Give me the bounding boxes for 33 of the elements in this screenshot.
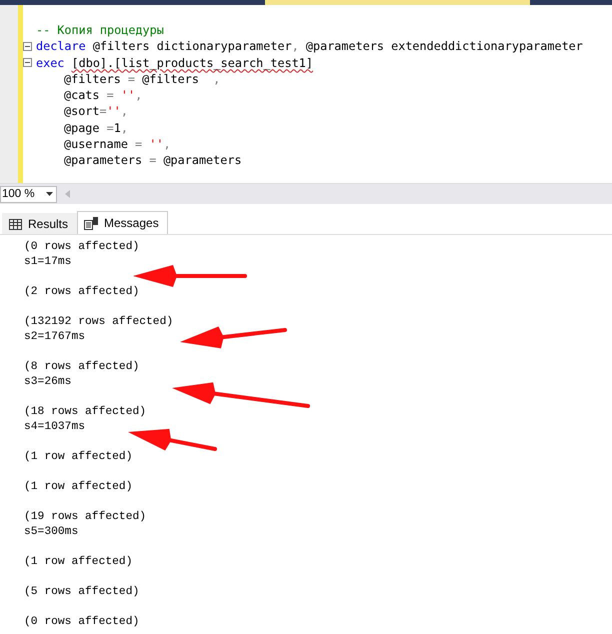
collapse-icon[interactable] xyxy=(23,42,32,51)
caret-icon xyxy=(46,192,53,196)
grid-icon xyxy=(9,218,22,230)
message-line: (0 rows affected) xyxy=(24,240,140,255)
message-line: (2 rows affected) xyxy=(24,285,140,300)
message-line: (1 row affected) xyxy=(24,450,134,465)
code-line: @parameters = @parameters xyxy=(63,152,242,169)
results-tab[interactable]: Messages xyxy=(77,211,168,234)
code-line: @cats = '', xyxy=(63,87,142,104)
code-line: @sort='', xyxy=(63,103,128,120)
message-line: (8 rows affected) xyxy=(24,360,140,375)
code-line: -- Копия процедуры xyxy=(36,22,164,38)
message-line: (5 rows affected) xyxy=(24,585,140,600)
messages-icon xyxy=(84,216,98,230)
message-line: s1=17ms xyxy=(24,255,72,270)
collapse-icon[interactable] xyxy=(23,58,32,68)
message-line: (0 rows affected) xyxy=(24,615,140,630)
message-line: (132192 rows affected) xyxy=(24,315,174,330)
message-line: (1 row affected) xyxy=(24,480,134,495)
results-tab[interactable]: Results xyxy=(2,213,78,234)
message-line: (18 rows affected) xyxy=(24,405,148,420)
message-line: (1 row affected) xyxy=(24,555,134,570)
code-line: @filters = @filters , xyxy=(63,70,220,88)
code-line: @username = '', xyxy=(63,136,171,152)
code-line: exec [dbo].[list_products_search_test1] xyxy=(36,54,313,71)
message-line: s2=1767ms xyxy=(24,330,86,345)
message-line: s3=26ms xyxy=(24,375,72,390)
message-line: (19 rows affected) xyxy=(24,510,148,525)
message-line: s5=300ms xyxy=(24,525,80,540)
zoom-dropdown[interactable]: 100 % xyxy=(0,186,57,202)
code-line: @page =1, xyxy=(63,120,128,136)
code-line: declare @filters dictionaryparameter, @parameters extendeddictionaryparameter xyxy=(36,38,583,55)
message-line: s4=1037ms xyxy=(24,420,86,435)
